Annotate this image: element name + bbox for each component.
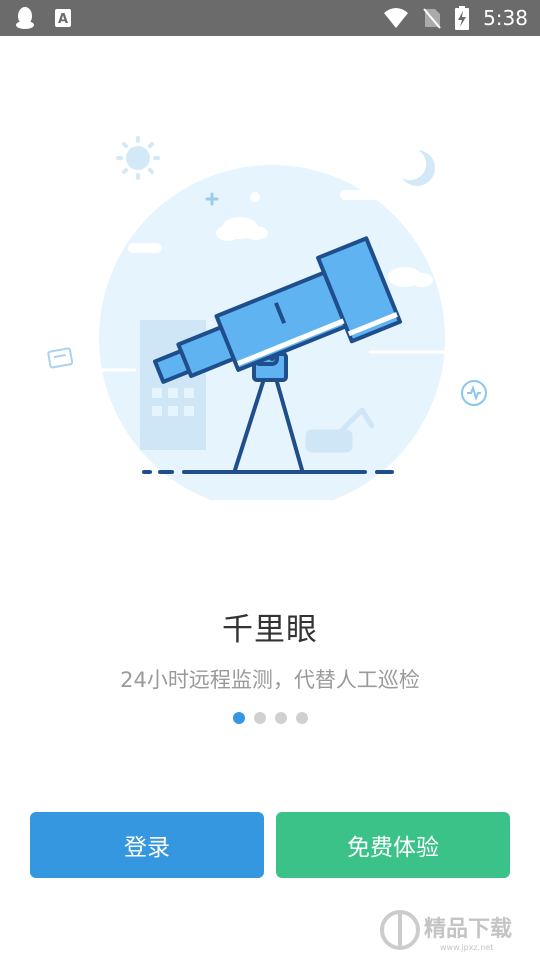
ticket-icon: [47, 347, 74, 369]
free-trial-button[interactable]: 免费体验: [276, 812, 510, 878]
page-dot[interactable]: [253, 712, 266, 724]
moon-icon: [402, 150, 435, 186]
heartbeat-icon: [461, 380, 487, 406]
svg-text:A: A: [58, 12, 68, 27]
battery-charging-icon: [455, 6, 470, 30]
wifi-icon: [384, 8, 409, 28]
status-time: 5:38: [483, 6, 528, 30]
telescope-illustration: [47, 136, 487, 500]
page-title: 千里眼: [222, 612, 318, 648]
page-subtitle: 24小时远程监测，代替人工巡检: [120, 668, 420, 692]
watermark-url: www.jpxz.net: [440, 943, 493, 952]
qq-penguin-icon: [16, 7, 34, 29]
page-dot[interactable]: [274, 712, 287, 724]
page-dot[interactable]: [295, 712, 308, 724]
status-bar: A 5:38: [0, 0, 540, 36]
watermark-text: 精品下载: [424, 916, 512, 942]
sun-icon: [116, 136, 160, 180]
page-indicator: [0, 712, 540, 724]
watermark-logo: 精品下载 www.jpxz.net: [380, 910, 512, 952]
login-button[interactable]: 登录: [30, 812, 264, 878]
font-a-icon: A: [55, 9, 71, 27]
page-dot[interactable]: [232, 712, 245, 724]
no-sim-icon: [423, 8, 441, 29]
